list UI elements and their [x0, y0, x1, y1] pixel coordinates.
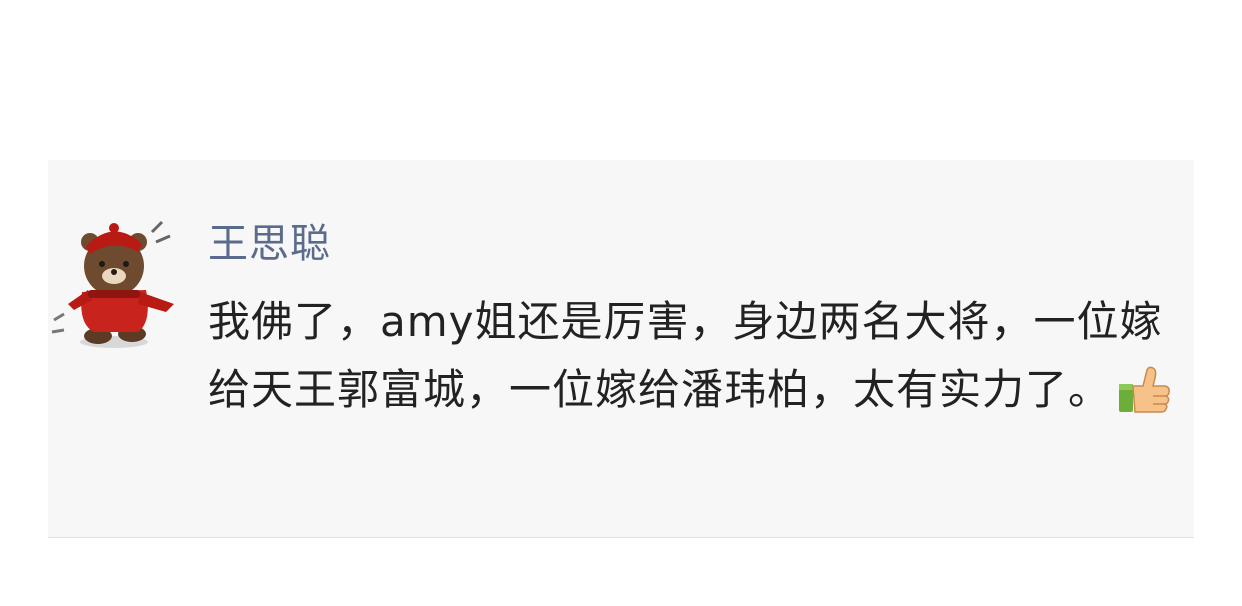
author-name[interactable]: 王思聪 [208, 216, 1188, 272]
bear-avatar-icon [51, 220, 174, 348]
comment-card: 王思聪 我佛了，amy姐还是厉害，身边两名大将，一位嫁给天王郭富城，一位嫁给潘玮… [48, 160, 1194, 538]
comment-text: 我佛了，amy姐还是厉害，身边两名大将，一位嫁给天王郭富城，一位嫁给潘玮柏，太有… [208, 288, 1188, 424]
thumbs-up-icon [1117, 366, 1171, 414]
comment-body: 王思聪 我佛了，amy姐还是厉害，身边两名大将，一位嫁给天王郭富城，一位嫁给潘玮… [208, 216, 1188, 424]
comment-text-content: 我佛了，amy姐还是厉害，身边两名大将，一位嫁给天王郭富城，一位嫁给潘玮柏，太有… [208, 297, 1163, 414]
avatar[interactable] [48, 212, 178, 352]
